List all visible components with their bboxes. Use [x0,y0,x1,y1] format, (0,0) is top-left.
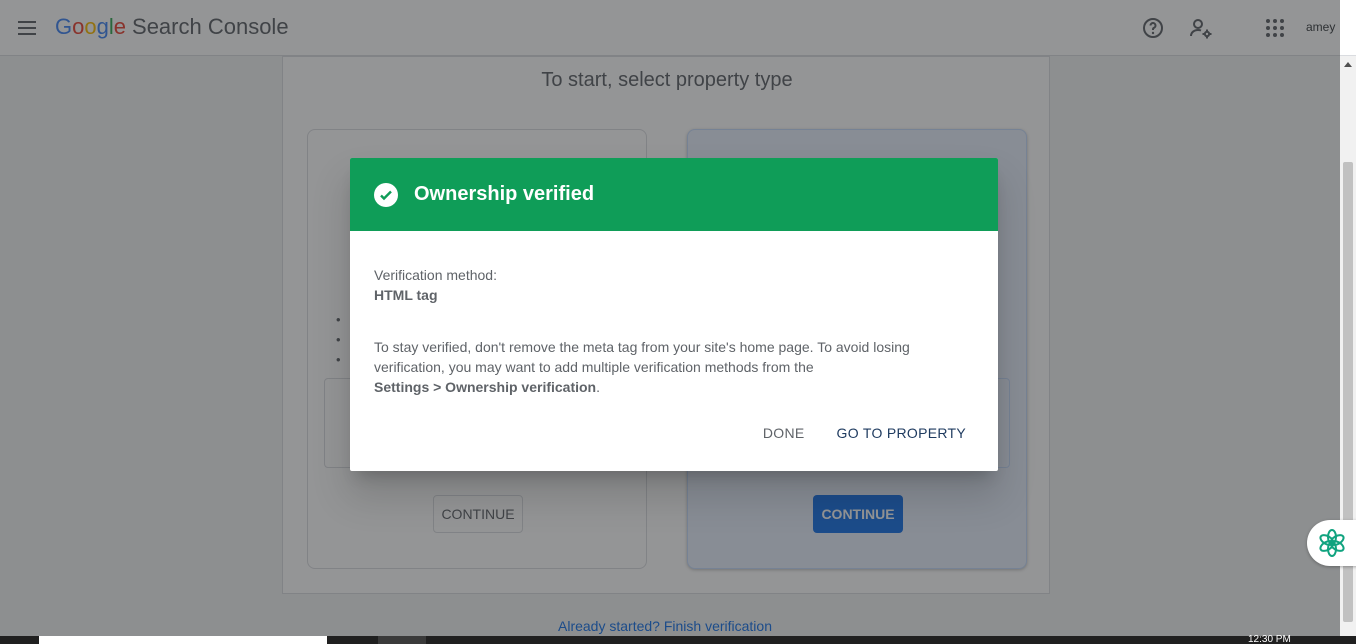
check-circle-icon [374,182,398,207]
taskbar-clock: 12:30 PM [1248,634,1291,644]
settings-path: Settings > Ownership verification [374,379,597,395]
verification-advice: To stay verified, don't remove the meta … [374,337,934,397]
verification-method-value: HTML tag [374,287,438,303]
verification-method-label: Verification method: [374,267,497,283]
taskbar-search[interactable] [39,636,327,644]
dialog-actions: DONE GO TO PROPERTY [751,417,978,449]
advice-end: . [596,379,600,395]
assistant-launcher[interactable] [1307,520,1356,566]
assistant-flower-icon [1319,529,1345,557]
done-button[interactable]: DONE [751,417,817,449]
scroll-up-arrow-icon[interactable] [1344,62,1352,67]
go-to-property-button[interactable]: GO TO PROPERTY [825,417,978,449]
dialog-header: Ownership verified [350,158,998,231]
dialog-title: Ownership verified [414,183,595,205]
advice-text: To stay verified, don't remove the meta … [374,339,910,375]
ownership-verified-dialog: Ownership verified Verification method: … [350,158,998,471]
taskbar-active-app[interactable] [378,636,426,644]
dialog-body: Verification method: HTML tag To stay ve… [350,231,998,397]
